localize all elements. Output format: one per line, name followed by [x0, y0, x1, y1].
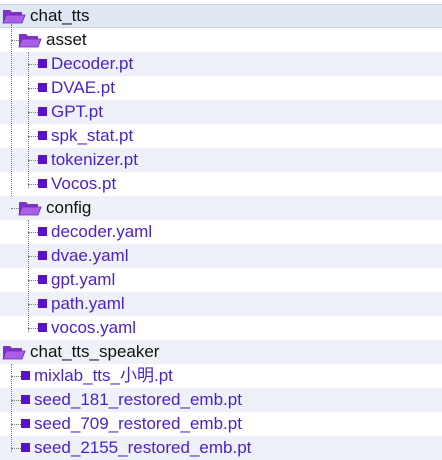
- tree-connector: [11, 400, 21, 401]
- file-label: dvae.yaml: [51, 246, 129, 265]
- file-item[interactable]: GPT.pt: [0, 100, 442, 124]
- file-item[interactable]: decoder.yaml: [0, 220, 442, 244]
- file-item[interactable]: tokenizer.pt: [0, 148, 442, 172]
- file-item[interactable]: path.yaml: [0, 292, 442, 316]
- file-item[interactable]: vocos.yaml: [0, 316, 442, 340]
- file-icon: [21, 395, 30, 404]
- folder-chat-tts-speaker[interactable]: chat_tts_speaker: [0, 340, 442, 364]
- file-label: DVAE.pt: [51, 78, 115, 97]
- tree-connector: [28, 232, 38, 233]
- file-item[interactable]: dvae.yaml: [0, 244, 442, 268]
- tree-connector: [28, 184, 38, 185]
- file-item[interactable]: seed_181_restored_emb.pt: [0, 388, 442, 412]
- file-item[interactable]: gpt.yaml: [0, 268, 442, 292]
- file-label: seed_709_restored_emb.pt: [34, 414, 242, 433]
- file-icon: [38, 83, 47, 92]
- tree-connector: [28, 280, 38, 281]
- tree-connector: [28, 304, 38, 305]
- tree-connector: [11, 376, 21, 377]
- file-icon: [38, 107, 47, 116]
- folder-open-icon: [18, 34, 42, 48]
- file-label: spk_stat.pt: [51, 126, 134, 145]
- file-label: seed_2155_restored_emb.pt: [34, 438, 252, 457]
- file-icon: [38, 59, 47, 68]
- tree-connector: [28, 64, 38, 65]
- folder-chat-tts[interactable]: chat_tts: [0, 4, 442, 28]
- tree-connector: [28, 88, 38, 89]
- file-item[interactable]: seed_709_restored_emb.pt: [0, 412, 442, 436]
- file-icon: [38, 323, 47, 332]
- file-label: tokenizer.pt: [51, 150, 138, 169]
- file-label: vocos.yaml: [51, 318, 137, 337]
- folder-asset[interactable]: asset: [0, 28, 442, 52]
- tree-connector: [28, 328, 38, 329]
- file-icon: [38, 155, 47, 164]
- file-icon: [21, 419, 30, 428]
- file-icon: [38, 299, 47, 308]
- file-item[interactable]: DVAE.pt: [0, 76, 442, 100]
- folder-label: config: [46, 198, 92, 217]
- file-tree: chat_tts asset Decoder.pt DVAE.pt GPT.pt…: [0, 0, 442, 460]
- file-icon: [21, 443, 30, 452]
- tree-connector: [28, 136, 38, 137]
- file-label: decoder.yaml: [51, 222, 153, 241]
- folder-open-icon: [2, 10, 26, 24]
- file-icon: [21, 371, 30, 380]
- file-icon: [38, 251, 47, 260]
- file-icon: [38, 227, 47, 236]
- file-icon: [38, 131, 47, 140]
- tree-connector: [28, 112, 38, 113]
- file-item[interactable]: seed_2155_restored_emb.pt: [0, 436, 442, 460]
- folder-config[interactable]: config: [0, 196, 442, 220]
- file-icon: [38, 275, 47, 284]
- folder-label: chat_tts_speaker: [30, 342, 160, 361]
- file-label: GPT.pt: [51, 102, 103, 121]
- file-item[interactable]: Decoder.pt: [0, 52, 442, 76]
- tree-connector: [11, 424, 21, 425]
- file-icon: [38, 179, 47, 188]
- file-label: seed_181_restored_emb.pt: [34, 390, 242, 409]
- folder-open-icon: [2, 346, 26, 360]
- file-item[interactable]: spk_stat.pt: [0, 124, 442, 148]
- tree-connector: [11, 448, 21, 449]
- folder-label: chat_tts: [30, 6, 90, 25]
- file-label: path.yaml: [51, 294, 125, 313]
- file-label: gpt.yaml: [51, 270, 116, 289]
- file-item[interactable]: Vocos.pt: [0, 172, 442, 196]
- file-label: Decoder.pt: [51, 54, 134, 73]
- folder-label: asset: [46, 30, 87, 49]
- folder-open-icon: [18, 202, 42, 216]
- tree-connector: [28, 256, 38, 257]
- file-label: mixlab_tts_小明.pt: [34, 366, 173, 385]
- file-label: Vocos.pt: [51, 174, 117, 193]
- file-item[interactable]: mixlab_tts_小明.pt: [0, 364, 442, 388]
- tree-connector: [28, 160, 38, 161]
